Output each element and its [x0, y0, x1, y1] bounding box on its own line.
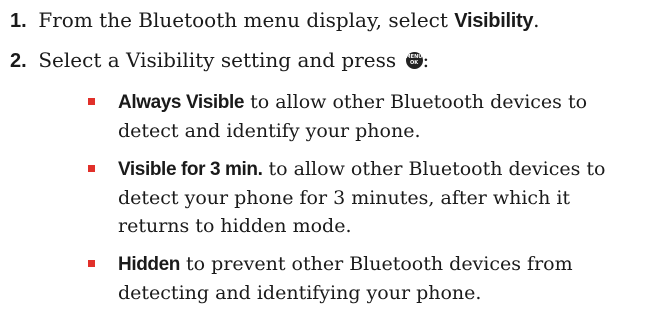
step-text-end: : — [422, 48, 430, 72]
step-text-end: . — [533, 8, 540, 32]
menu-ok-icon: MENU OK — [405, 52, 423, 69]
step-number: 2. — [10, 50, 27, 72]
option-hidden: Hidden to prevent other Bluetooth device… — [88, 250, 636, 307]
option-always-visible: Always Visible to allow other Bluetooth … — [88, 88, 636, 145]
instructions-page: 1. From the Bluetooth menu display, sele… — [0, 0, 648, 304]
step-keyword: Visibility — [454, 10, 534, 32]
bullet-marker — [88, 165, 95, 172]
option-description: to prevent other Bluetooth devices from … — [118, 253, 573, 304]
bullet-marker — [88, 260, 95, 267]
step-1: 1. From the Bluetooth menu display, sele… — [10, 8, 540, 33]
step-number: 1. — [10, 10, 27, 32]
menu-ok-icon-bottom-label: OK — [409, 60, 419, 66]
option-keyword: Hidden — [118, 254, 180, 275]
option-visible-3-min: Visible for 3 min. to allow other Blueto… — [88, 155, 636, 240]
step-text: From the Bluetooth menu display, select — [38, 8, 455, 32]
step-text: Select a Visibility setting and press — [38, 48, 403, 72]
option-keyword: Visible for 3 min. — [118, 159, 263, 180]
option-keyword: Always Visible — [118, 92, 245, 113]
visibility-options-list: Always Visible to allow other Bluetooth … — [88, 88, 636, 317]
step-2: 2. Select a Visibility setting and press… — [10, 48, 429, 73]
bullet-marker — [88, 98, 95, 105]
